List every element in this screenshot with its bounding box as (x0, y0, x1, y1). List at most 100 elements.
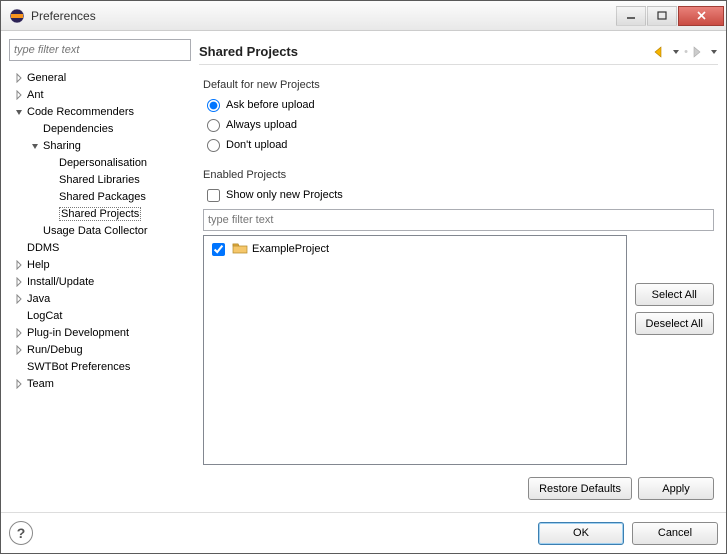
tree-item-ant[interactable]: Ant (9, 86, 191, 103)
tree-item-run-debug[interactable]: Run/Debug (9, 341, 191, 358)
tree-item-plug-in-development[interactable]: Plug-in Development (9, 324, 191, 341)
radio-dont[interactable]: Don't upload (207, 137, 718, 153)
tree-item-install-update[interactable]: Install/Update (9, 273, 191, 290)
project-area: ExampleProject Select All Deselect All (203, 235, 714, 465)
page-buttons: Restore Defaults Apply (199, 469, 718, 504)
content-area: General Ant Code Recommenders Dependencies S… (1, 31, 726, 512)
tree-item-code-recommenders[interactable]: Code Recommenders (9, 103, 191, 120)
window-title: Preferences (31, 9, 615, 23)
tree-filter-input[interactable] (9, 39, 191, 61)
tree-item-depersonalisation[interactable]: Depersonalisation (9, 154, 191, 171)
close-button[interactable] (678, 6, 724, 26)
radio-ask-label: Ask before upload (226, 99, 315, 111)
radio-always[interactable]: Always upload (207, 117, 718, 133)
tree-item-label: Run/Debug (27, 344, 83, 356)
tree-expander-empty (45, 208, 57, 220)
minimize-button[interactable] (616, 6, 646, 26)
tree-item-label: Sharing (43, 140, 81, 152)
radio-always-label: Always upload (226, 119, 297, 131)
enabled-group-label: Enabled Projects (203, 169, 718, 181)
project-checkbox[interactable] (212, 243, 225, 256)
show-only-new-label: Show only new Projects (226, 189, 343, 201)
radio-ask-input[interactable] (207, 99, 220, 112)
chevron-down-icon[interactable] (13, 106, 25, 118)
tree-item-team[interactable]: Team (9, 375, 191, 392)
tree-item-swtbot-preferences[interactable]: SWTBot Preferences (9, 358, 191, 375)
tree-expander-empty (29, 225, 41, 237)
tree-item-shared-libraries[interactable]: Shared Libraries (9, 171, 191, 188)
preferences-tree[interactable]: General Ant Code Recommenders Dependencies S… (9, 67, 191, 504)
tree-item-label: Shared Projects (59, 207, 141, 221)
tree-expander-empty (13, 361, 25, 373)
tree-item-label: SWTBot Preferences (27, 361, 130, 373)
back-button[interactable] (654, 46, 668, 58)
chevron-right-icon[interactable] (13, 378, 25, 390)
tree-item-label: Install/Update (27, 276, 94, 288)
tree-item-general[interactable]: General (9, 69, 191, 86)
tree-item-label: LogCat (27, 310, 62, 322)
tree-item-label: Plug-in Development (27, 327, 129, 339)
tree-item-java[interactable]: Java (9, 290, 191, 307)
tree-item-label: Shared Packages (59, 191, 146, 203)
folder-icon (232, 241, 248, 258)
apply-button[interactable]: Apply (638, 477, 714, 500)
project-filter-input[interactable] (203, 209, 714, 231)
chevron-right-icon[interactable] (13, 276, 25, 288)
project-name: ExampleProject (252, 243, 329, 255)
tree-item-label: Dependencies (43, 123, 113, 135)
maximize-button[interactable] (647, 6, 677, 26)
chevron-right-icon[interactable] (13, 327, 25, 339)
tree-item-label: Team (27, 378, 54, 390)
back-menu-icon[interactable] (672, 48, 680, 56)
chevron-right-icon[interactable] (13, 293, 25, 305)
tree-item-sharing[interactable]: Sharing (9, 137, 191, 154)
select-all-button[interactable]: Select All (635, 283, 714, 306)
chevron-down-icon[interactable] (29, 140, 41, 152)
default-group-label: Default for new Projects (203, 79, 718, 91)
tree-expander-empty (13, 242, 25, 254)
project-item[interactable]: ExampleProject (208, 240, 622, 258)
tree-item-help[interactable]: Help (9, 256, 191, 273)
forward-menu-icon[interactable] (710, 48, 718, 56)
radio-dont-input[interactable] (207, 139, 220, 152)
footer: ? OK Cancel (1, 512, 726, 553)
tree-item-label: Ant (27, 89, 44, 101)
restore-defaults-button[interactable]: Restore Defaults (528, 477, 632, 500)
preferences-window: Preferences General Ant Code Recommenders D… (0, 0, 727, 554)
chevron-right-icon[interactable] (13, 344, 25, 356)
tree-item-label: Help (27, 259, 50, 271)
tree-expander-empty (45, 174, 57, 186)
splitter[interactable] (193, 39, 197, 504)
show-only-new-input[interactable] (207, 189, 220, 202)
radio-ask[interactable]: Ask before upload (207, 97, 718, 113)
project-list[interactable]: ExampleProject (203, 235, 627, 465)
chevron-right-icon[interactable] (13, 72, 25, 84)
chevron-right-icon[interactable] (13, 89, 25, 101)
tree-item-ddms[interactable]: DDMS (9, 239, 191, 256)
cancel-button[interactable]: Cancel (632, 522, 718, 545)
titlebar[interactable]: Preferences (1, 1, 726, 31)
tree-expander-empty (13, 310, 25, 322)
right-panel: Shared Projects • (199, 39, 718, 504)
page-title: Shared Projects (199, 44, 654, 59)
tree-item-usage-data-collector[interactable]: Usage Data Collector (9, 222, 191, 239)
tree-item-dependencies[interactable]: Dependencies (9, 120, 191, 137)
page-header: Shared Projects • (199, 39, 718, 65)
tree-item-label: Shared Libraries (59, 174, 140, 186)
radio-dont-label: Don't upload (226, 139, 287, 151)
tree-item-shared-projects[interactable]: Shared Projects (9, 205, 191, 222)
help-icon[interactable]: ? (9, 521, 33, 545)
deselect-all-button[interactable]: Deselect All (635, 312, 714, 335)
side-buttons: Select All Deselect All (635, 235, 714, 465)
tree-item-shared-packages[interactable]: Shared Packages (9, 188, 191, 205)
forward-button[interactable] (692, 46, 706, 58)
show-only-new-check[interactable]: Show only new Projects (207, 187, 718, 203)
radio-always-input[interactable] (207, 119, 220, 132)
tree-item-label: Java (27, 293, 50, 305)
nav-separator: • (684, 46, 688, 58)
ok-button[interactable]: OK (538, 522, 624, 545)
nav-arrows: • (654, 46, 718, 58)
chevron-right-icon[interactable] (13, 259, 25, 271)
tree-item-logcat[interactable]: LogCat (9, 307, 191, 324)
tree-item-label: Code Recommenders (27, 106, 134, 118)
